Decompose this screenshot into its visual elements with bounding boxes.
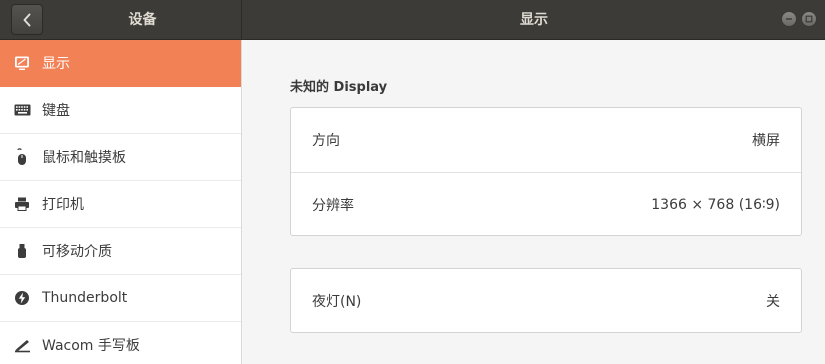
tablet-icon xyxy=(13,336,31,354)
settings-window: 设备 显示 显示 键盘 鼠标和触摸板 打印机 可移动介质 Thunderbolt… xyxy=(0,0,825,364)
header-bar: 设备 显示 xyxy=(0,0,825,40)
window-controls xyxy=(781,11,817,27)
sidebar-item-label: 打印机 xyxy=(42,197,84,213)
sidebar-item-label: Thunderbolt xyxy=(42,290,128,306)
chevron-left-icon xyxy=(22,13,32,27)
sidebar: 显示 键盘 鼠标和触摸板 打印机 可移动介质 Thunderbolt Wacom… xyxy=(0,40,242,364)
thunderbolt-icon xyxy=(13,289,31,307)
display-settings-panel: 未知的 Display 方向 横屏 分辨率 1366 × 768 (16∶9) … xyxy=(243,40,825,364)
page-title: 显示 xyxy=(520,12,548,28)
sidebar-item-label: 显示 xyxy=(42,56,70,72)
usb-drive-icon xyxy=(13,242,31,260)
sidebar-item-display[interactable]: 显示 xyxy=(0,40,241,87)
header-left-pane: 设备 xyxy=(0,0,242,40)
sidebar-item-label: 键盘 xyxy=(42,103,70,119)
sidebar-item-mouse-touchpad[interactable]: 鼠标和触摸板 xyxy=(0,134,241,181)
sidebar-item-label: Wacom 手写板 xyxy=(42,338,140,354)
maximize-button[interactable] xyxy=(801,11,817,27)
display-icon xyxy=(13,54,31,72)
night-light-value: 关 xyxy=(766,294,780,310)
resolution-label: 分辨率 xyxy=(312,197,354,214)
minimize-icon xyxy=(785,15,793,23)
minimize-button[interactable] xyxy=(781,11,797,27)
sidebar-item-thunderbolt[interactable]: Thunderbolt xyxy=(0,275,241,322)
sidebar-item-removable-media[interactable]: 可移动介质 xyxy=(0,228,241,275)
sidebar-item-label: 可移动介质 xyxy=(42,244,112,260)
orientation-label: 方向 xyxy=(312,133,340,149)
night-light-card: 夜灯(N) 关 xyxy=(290,268,802,333)
back-button[interactable] xyxy=(11,4,43,35)
sidebar-item-label: 鼠标和触摸板 xyxy=(42,150,126,166)
sidebar-item-wacom-tablet[interactable]: Wacom 手写板 xyxy=(0,322,241,364)
resolution-value: 1366 × 768 (16∶9) xyxy=(651,196,780,213)
resolution-row[interactable]: 分辨率 1366 × 768 (16∶9) xyxy=(291,172,801,236)
orientation-row[interactable]: 方向 横屏 xyxy=(291,108,801,172)
sidebar-item-printers[interactable]: 打印机 xyxy=(0,181,241,228)
orientation-value: 横屏 xyxy=(752,133,780,149)
night-light-row[interactable]: 夜灯(N) 关 xyxy=(291,269,801,333)
display-name-heading: 未知的 Display xyxy=(290,80,388,95)
maximize-icon xyxy=(805,15,813,23)
mouse-icon xyxy=(13,148,31,166)
display-settings-card: 方向 横屏 分辨率 1366 × 768 (16∶9) xyxy=(290,107,802,236)
printer-icon xyxy=(13,195,31,213)
night-light-label: 夜灯(N) xyxy=(312,294,362,310)
keyboard-icon xyxy=(13,101,31,119)
sidebar-item-keyboard[interactable]: 键盘 xyxy=(0,87,241,134)
header-left-title: 设备 xyxy=(128,12,157,28)
